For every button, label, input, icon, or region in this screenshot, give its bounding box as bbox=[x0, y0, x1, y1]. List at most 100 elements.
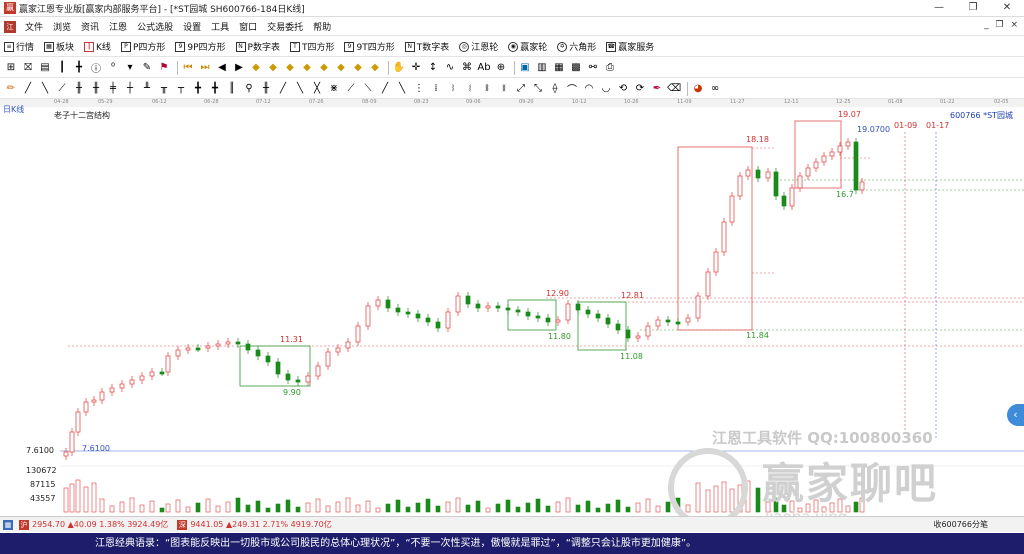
line-tool-20-icon[interactable]: ⟋ bbox=[344, 82, 358, 96]
candle-icon[interactable]: ╋ bbox=[72, 61, 86, 75]
line-tool-35-icon[interactable]: ◡ bbox=[599, 82, 613, 96]
line-tool-29-icon[interactable]: ⧛ bbox=[497, 82, 511, 96]
line-tool-9-icon[interactable]: ╥ bbox=[157, 82, 171, 96]
line-tool-24-icon[interactable]: ⋮ bbox=[412, 82, 426, 96]
menu-tools[interactable]: 工具 bbox=[206, 20, 234, 33]
diamond-2-icon[interactable]: ◆ bbox=[266, 61, 280, 75]
line-tool-10-icon[interactable]: ┬ bbox=[174, 82, 188, 96]
line-tool-28-icon[interactable]: ⧚ bbox=[480, 82, 494, 96]
line-tool-32-icon[interactable]: ⟠ bbox=[548, 82, 562, 96]
text-icon[interactable]: Ab bbox=[477, 61, 491, 75]
arrow-up-icon[interactable]: ↕ bbox=[426, 61, 440, 75]
line-tool-16-icon[interactable]: ╱ bbox=[276, 82, 290, 96]
menu-help[interactable]: 帮助 bbox=[308, 20, 336, 33]
line-tool-15-icon[interactable]: ╫ bbox=[259, 82, 273, 96]
minimize-button[interactable]: — bbox=[922, 0, 956, 17]
number-icon[interactable]: ⁰ bbox=[106, 61, 120, 75]
line-tool-6-icon[interactable]: ╪ bbox=[106, 82, 120, 96]
sh-index[interactable]: 2954.70 ▲40.09 1.38% 3924.49亿 bbox=[32, 519, 168, 530]
close-button[interactable]: ✕ bbox=[990, 0, 1024, 17]
sz-index-icon[interactable]: 深 bbox=[177, 519, 188, 530]
color-icon[interactable]: ◕ bbox=[691, 82, 705, 96]
flag-icon[interactable]: ⚑ bbox=[157, 61, 171, 75]
toolbar-kline-button[interactable]: ┃ K线 bbox=[80, 40, 111, 53]
link-icon[interactable]: ⚯ bbox=[586, 61, 600, 75]
first-icon[interactable]: ⏮ bbox=[181, 61, 195, 75]
toolbar-service-button[interactable]: ☎ 赢家服务 bbox=[602, 40, 654, 53]
calendar-icon[interactable]: ▦ bbox=[552, 61, 566, 75]
menu-window[interactable]: 窗口 bbox=[234, 20, 262, 33]
line-tool-21-icon[interactable]: ⟍ bbox=[361, 82, 375, 96]
toolbar-gann-wheel-button[interactable]: ◎ 江恩轮 bbox=[455, 40, 498, 53]
diamond-6-icon[interactable]: ◆ bbox=[334, 61, 348, 75]
toolbar-9t-square-button[interactable]: 9 9T四方形 bbox=[340, 40, 395, 53]
mdi-controls[interactable]: _ ❐ × bbox=[984, 20, 1020, 30]
toolbar-hexagon-button[interactable]: ✡ 六角形 bbox=[553, 40, 596, 53]
right-icon[interactable]: ▶ bbox=[232, 61, 246, 75]
line-tool-39-icon[interactable]: ⌫ bbox=[667, 82, 681, 96]
menu-file[interactable]: 文件 bbox=[20, 20, 48, 33]
save-icon[interactable]: ▥ bbox=[535, 61, 549, 75]
sh-index-icon[interactable]: 沪 bbox=[19, 519, 29, 530]
hand-icon[interactable]: ✋ bbox=[392, 61, 406, 75]
left-icon[interactable]: ◀ bbox=[215, 61, 229, 75]
line-tool-30-icon[interactable]: ⤢ bbox=[514, 82, 528, 96]
crosshair-icon[interactable]: ✛ bbox=[409, 61, 423, 75]
line-tool-33-icon[interactable]: ⌒ bbox=[565, 82, 579, 96]
menu-settings[interactable]: 设置 bbox=[178, 20, 206, 33]
toolbar-sector-button[interactable]: ▦ 板块 bbox=[40, 40, 74, 53]
diamond-7-icon[interactable]: ◆ bbox=[351, 61, 365, 75]
pencil-icon[interactable]: ✏ bbox=[4, 82, 18, 96]
line-tool-19-icon[interactable]: ⋇ bbox=[327, 82, 341, 96]
line-tool-14-icon[interactable]: ⚲ bbox=[242, 82, 256, 96]
menu-formula[interactable]: 公式选股 bbox=[132, 20, 178, 33]
screen-icon[interactable]: ▩ bbox=[569, 61, 583, 75]
diamond-3-icon[interactable]: ◆ bbox=[283, 61, 297, 75]
toolbar-p-square-button[interactable]: P P四方形 bbox=[117, 40, 165, 53]
toolbar-winner-wheel-button[interactable]: ◉ 赢家轮 bbox=[504, 40, 547, 53]
line-tool-22-icon[interactable]: ╱ bbox=[378, 82, 392, 96]
line-tool-25-icon[interactable]: ⁞ bbox=[429, 82, 443, 96]
line-tool-1-icon[interactable]: ╱ bbox=[21, 82, 35, 96]
toolbar-t-table-button[interactable]: N T数字表 bbox=[401, 40, 449, 53]
print-icon[interactable]: ⎙ bbox=[603, 61, 617, 75]
diamond-4-icon[interactable]: ◆ bbox=[300, 61, 314, 75]
zoom-icon[interactable]: ⊕ bbox=[494, 61, 508, 75]
chart-pattern-icon[interactable]: ⛝ bbox=[21, 61, 35, 75]
line-tool-34-icon[interactable]: ◠ bbox=[582, 82, 596, 96]
line-tool-3-icon[interactable]: ⟋ bbox=[55, 82, 69, 96]
last-icon[interactable]: ⏭ bbox=[198, 61, 212, 75]
line-tool-11-icon[interactable]: ╋ bbox=[191, 82, 205, 96]
toolbar-p-table-button[interactable]: N P数字表 bbox=[232, 40, 280, 53]
line-tool-8-icon[interactable]: ╨ bbox=[140, 82, 154, 96]
menu-gann[interactable]: 江恩 bbox=[104, 20, 132, 33]
grid-icon[interactable]: ⊞ bbox=[4, 61, 18, 75]
line-tool-37-icon[interactable]: ⟳ bbox=[633, 82, 647, 96]
side-expand-button[interactable]: ‹ bbox=[1007, 404, 1024, 426]
menu-browse[interactable]: 浏览 bbox=[48, 20, 76, 33]
wave-icon[interactable]: ∿ bbox=[443, 61, 457, 75]
line-tool-38-icon[interactable]: ✒ bbox=[650, 82, 664, 96]
diamond-1-icon[interactable]: ◆ bbox=[249, 61, 263, 75]
dropdown-icon[interactable]: ▾ bbox=[123, 61, 137, 75]
line-tool-27-icon[interactable]: ⧙ bbox=[463, 82, 477, 96]
shape-icon[interactable]: ⌘ bbox=[460, 61, 474, 75]
line-tool-5-icon[interactable]: ╫ bbox=[89, 82, 103, 96]
line-tool-7-icon[interactable]: ┼ bbox=[123, 82, 137, 96]
line-tool-18-icon[interactable]: ╳ bbox=[310, 82, 324, 96]
diamond-5-icon[interactable]: ◆ bbox=[317, 61, 331, 75]
line-tool-26-icon[interactable]: ⧘ bbox=[446, 82, 460, 96]
line-tool-13-icon[interactable]: ║ bbox=[225, 82, 239, 96]
grid-status-icon[interactable]: ▦ bbox=[3, 519, 13, 530]
line-tool-17-icon[interactable]: ╲ bbox=[293, 82, 307, 96]
line-tool-23-icon[interactable]: ╲ bbox=[395, 82, 409, 96]
line-tool-4-icon[interactable]: ╫ bbox=[72, 82, 86, 96]
app-menu-icon[interactable]: 江 bbox=[4, 20, 16, 33]
menu-trade[interactable]: 交易委托 bbox=[262, 20, 308, 33]
maximize-button[interactable]: ❐ bbox=[956, 0, 990, 17]
sz-index[interactable]: 9441.05 ▲249.31 2.71% 4919.70亿 bbox=[190, 519, 331, 530]
line-tool-2-icon[interactable]: ╲ bbox=[38, 82, 52, 96]
infinity-icon[interactable]: ∞ bbox=[708, 82, 722, 96]
diamond-8-icon[interactable]: ◆ bbox=[368, 61, 382, 75]
bars-icon[interactable]: ┃ bbox=[55, 61, 69, 75]
